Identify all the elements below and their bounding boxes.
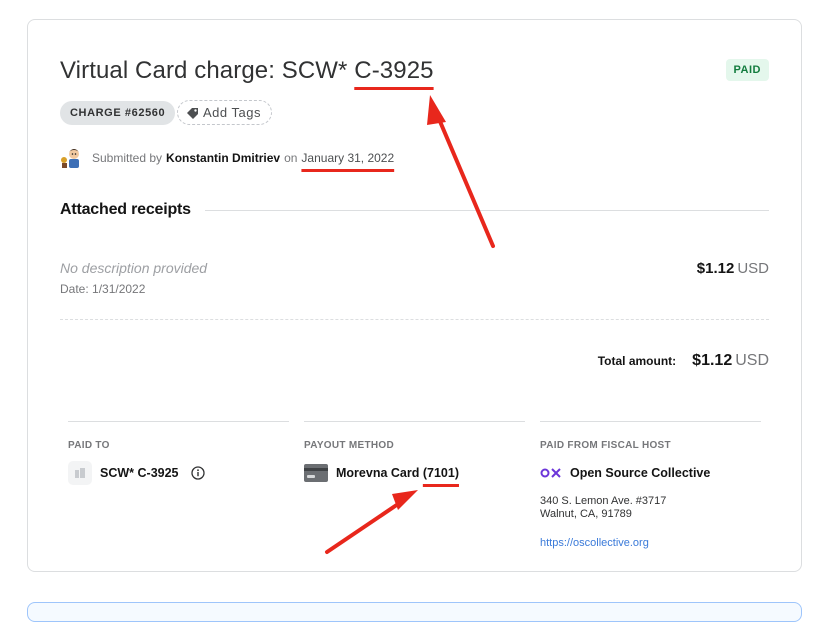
charge-number-tag: CHARGE #62560: [60, 101, 176, 125]
fiscal-host-address-line2: Walnut, CA, 91789: [540, 508, 632, 520]
avatar[interactable]: [60, 147, 84, 169]
paid-to-column: PAID TO SCW* C-3925: [68, 421, 289, 485]
expense-title: Virtual Card charge: SCW* C-3925: [60, 57, 434, 85]
oc-logo-icon: [540, 468, 561, 478]
fiscal-host-row: Open Source Collective: [540, 461, 761, 485]
receipt-amount-value: $1.12: [696, 260, 735, 277]
submitted-line: Submitted by Konstantin Dmitriev on Janu…: [60, 147, 394, 169]
total-amount-label: Total amount:: [597, 354, 677, 368]
receipt-amount-currency: USD: [737, 260, 769, 277]
fiscal-host-heading: PAID FROM FISCAL HOST: [540, 440, 671, 451]
fiscal-host-address: 340 S. Lemon Ave. #3717 Walnut, CA, 9178…: [540, 495, 761, 521]
fiscal-host-column: PAID FROM FISCAL HOST Open Source Collec…: [540, 421, 761, 549]
paid-to-name[interactable]: SCW* C-3925: [100, 466, 179, 480]
status-badge: PAID: [725, 59, 769, 81]
submitted-prefix: Submitted by: [92, 151, 163, 165]
add-tags-label: Add Tags: [203, 105, 261, 120]
add-tags-button[interactable]: Add Tags: [177, 100, 272, 125]
dashed-divider: [60, 319, 769, 320]
receipt-date: Date: 1/31/2022: [60, 282, 146, 296]
payout-method-card-name: Morevna Card: [336, 466, 420, 480]
payout-method-ref: (7101): [422, 466, 459, 480]
section-divider: [205, 210, 769, 211]
building-icon: [68, 461, 92, 485]
expense-title-prefix: Virtual Card charge: SCW*: [60, 57, 355, 84]
submitted-date: January 31, 2022: [301, 151, 395, 165]
payout-method-row: Morevna Card (7101): [304, 461, 525, 485]
credit-card-icon: [304, 464, 328, 482]
fiscal-host-name[interactable]: Open Source Collective: [570, 466, 710, 480]
fiscal-host-website-link[interactable]: https://oscollective.org: [540, 537, 761, 549]
total-amount-currency: USD: [735, 352, 769, 369]
tag-icon: [187, 106, 198, 119]
payout-method-name: Morevna Card (7101): [336, 466, 459, 480]
payout-method-heading: PAYOUT METHOD: [304, 440, 395, 451]
total-amount-value: $1.12: [692, 352, 733, 369]
paid-to-heading: PAID TO: [68, 440, 110, 451]
fiscal-host-address-line1: 340 S. Lemon Ave. #3717: [540, 495, 667, 507]
paid-to-row: SCW* C-3925: [68, 461, 289, 485]
info-icon[interactable]: [190, 466, 205, 480]
expense-title-ref: C-3925: [354, 57, 434, 84]
submitted-on: on: [284, 151, 298, 165]
receipt-amount: $1.12 USD: [697, 260, 769, 277]
attached-receipts-heading: Attached receipts: [60, 201, 191, 218]
next-card: [27, 602, 802, 622]
submitter-name[interactable]: Konstantin Dmitriev: [166, 151, 280, 165]
total-amount: Total amount: $1.12 USD: [598, 352, 769, 370]
expense-card: Virtual Card charge: SCW* C-3925 PAID CH…: [27, 19, 802, 572]
receipt-description: No description provided: [60, 260, 208, 276]
payout-method-column: PAYOUT METHOD Morevna Card (7101): [304, 421, 525, 485]
